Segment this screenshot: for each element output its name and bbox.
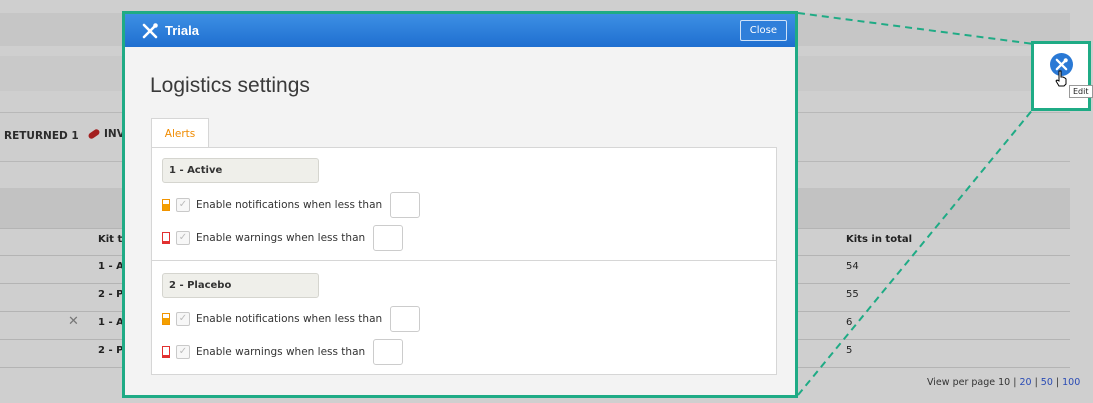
enable-warnings-checkbox[interactable]: ✓ <box>176 231 190 245</box>
notify-label: Enable notifications when less than <box>196 199 383 211</box>
battery-half-icon <box>162 199 170 211</box>
tools-icon <box>141 22 159 39</box>
logistics-settings-modal: Triala Close Logistics settings Alerts 1… <box>122 11 798 398</box>
notify-threshold-input[interactable] <box>390 306 421 332</box>
page-title: Logistics settings <box>150 74 310 97</box>
warn-label: Enable warnings when less than <box>196 346 366 358</box>
enable-notifications-checkbox[interactable]: ✓ <box>176 312 190 326</box>
notify-option-row: ✓ Enable notifications when less than <box>162 192 421 218</box>
modal-header: Triala Close <box>125 14 795 47</box>
notify-label: Enable notifications when less than <box>196 313 383 325</box>
edit-tooltip: Edit <box>1069 85 1093 98</box>
warn-threshold-input[interactable] <box>373 225 404 251</box>
brand-name: Triala <box>165 23 199 38</box>
kit-group-label: 2 - Placebo <box>162 273 319 298</box>
battery-low-icon <box>162 346 170 358</box>
kit-group-label: 1 - Active <box>162 158 319 183</box>
notify-option-row: ✓ Enable notifications when less than <box>162 306 421 332</box>
group-divider <box>152 260 776 261</box>
enable-warnings-checkbox[interactable]: ✓ <box>176 345 190 359</box>
zoom-callout: Edit <box>1031 41 1093 111</box>
warn-threshold-input[interactable] <box>373 339 404 365</box>
tab-alerts[interactable]: Alerts <box>151 118 209 149</box>
alerts-panel: 1 - Active ✓ Enable notifications when l… <box>151 147 777 375</box>
hand-pointer-icon <box>1055 70 1067 87</box>
battery-low-icon <box>162 232 170 244</box>
warn-option-row: ✓ Enable warnings when less than <box>162 339 404 365</box>
notify-threshold-input[interactable] <box>390 192 421 218</box>
warn-label: Enable warnings when less than <box>196 232 366 244</box>
brand: Triala <box>141 22 199 39</box>
close-button[interactable]: Close <box>739 20 787 41</box>
enable-notifications-checkbox[interactable]: ✓ <box>176 198 190 212</box>
warn-option-row: ✓ Enable warnings when less than <box>162 225 404 251</box>
battery-half-icon <box>162 313 170 325</box>
